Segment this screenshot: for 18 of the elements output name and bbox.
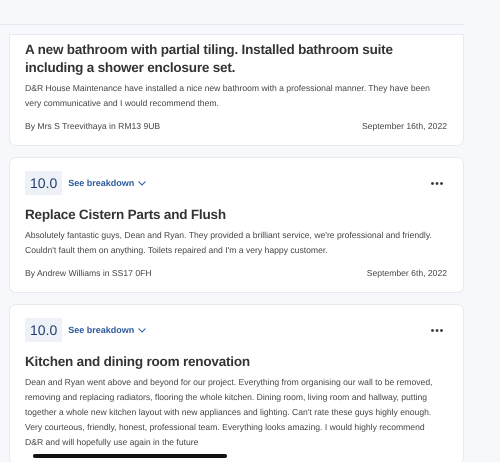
rating-score: 10.0	[25, 318, 62, 342]
see-breakdown-link[interactable]: See breakdown	[68, 325, 146, 335]
rating-score: 10.0	[25, 171, 62, 195]
review-text: Dean and Ryan went above and beyond for our project. Everything from organising our wall to be removed, removing and replacing radiators, flooring the whole kitchen. Dining room, living room and hallway, putting together a whole new kitchen layout with new appliances and lighting. Can't rate these guys highly enough. Very courteous, friendly, honest, professional team. Everything looks amazing. I would highly recommend D&R and will hopefully use again in the future	[25, 376, 434, 449]
chevron-down-icon	[138, 180, 146, 186]
review-title: Replace Cistern Parts and Flush	[25, 206, 227, 224]
review-date: September 16th, 2022	[362, 121, 447, 131]
review-title: Kitchen and dining room renovation	[25, 353, 251, 371]
review-text: D&R House Maintenance have installed a nice new bathroom with a professional manner. They have been very communicative and I would recommend them.	[25, 82, 431, 110]
more-options-icon[interactable]	[431, 182, 443, 184]
see-breakdown-link[interactable]: See breakdown	[68, 178, 146, 188]
review-author: By Andrew Williams in SS17 0FH	[25, 268, 152, 278]
more-options-icon[interactable]	[431, 328, 443, 332]
review-date: September 6th, 2022	[366, 268, 447, 278]
chevron-down-icon	[138, 328, 146, 332]
review-title: A new bathroom with partial tiling. Installed bathroom suite including a shower enclosure set.	[25, 41, 394, 77]
review-text: Absolutely fantastic guys, Dean and Ryan. They provided a brilliant service, we're professional and friendly. Couldn't fault them on anything. Toilets repaired and I'm a very happy customer.	[25, 229, 433, 257]
review-author: By Mrs S Treevithaya in RM13 9UB	[25, 121, 160, 131]
